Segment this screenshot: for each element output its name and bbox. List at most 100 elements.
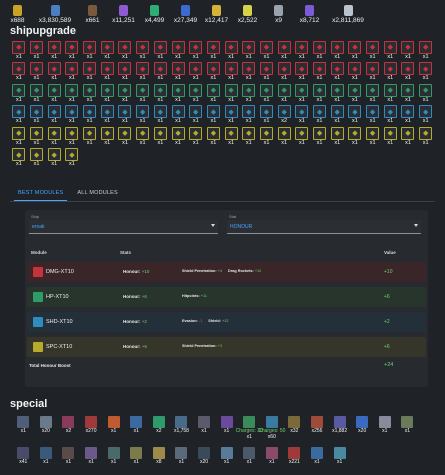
upgrade-item[interactable]: ◆ x1 bbox=[10, 124, 28, 146]
upgrade-item[interactable]: ◆ x1 bbox=[45, 81, 63, 103]
upgrade-item[interactable]: ◆ x1 bbox=[381, 60, 399, 81]
upgrade-item[interactable]: ◆ x1 bbox=[293, 103, 311, 124]
special-item[interactable]: x1 bbox=[306, 443, 329, 473]
upgrade-item[interactable]: ◆ x1 bbox=[328, 103, 346, 124]
upgrade-item[interactable]: ◆ x1 bbox=[240, 38, 258, 60]
special-item[interactable]: x1 bbox=[12, 412, 35, 442]
special-item[interactable]: x1 bbox=[170, 443, 193, 473]
special-item[interactable]: x1 bbox=[396, 412, 419, 442]
upgrade-item[interactable]: ◆ x1 bbox=[63, 81, 81, 103]
upgrade-item[interactable]: ◆ x1 bbox=[45, 103, 63, 124]
upgrade-item[interactable]: ◆ x1 bbox=[45, 38, 63, 60]
special-item[interactable]: x20 bbox=[35, 412, 58, 442]
upgrade-item[interactable]: ◆ x1 bbox=[134, 38, 152, 60]
upgrade-item[interactable]: ◆ x1 bbox=[293, 60, 311, 81]
upgrade-item[interactable]: ◆ x1 bbox=[152, 38, 170, 60]
special-item[interactable]: x1 bbox=[125, 443, 148, 473]
special-item[interactable]: x270 bbox=[80, 412, 103, 442]
upgrade-item[interactable]: ◆ x1 bbox=[187, 124, 205, 146]
upgrade-item[interactable]: ◆ x1 bbox=[258, 124, 276, 146]
upgrade-item[interactable]: ◆ x1 bbox=[134, 60, 152, 81]
upgrade-item[interactable]: ◆ x1 bbox=[311, 38, 329, 60]
special-item[interactable]: x1 bbox=[374, 412, 397, 442]
upgrade-item[interactable]: ◆ x1 bbox=[417, 124, 435, 146]
tab-all-modules[interactable]: ALL MODULES bbox=[73, 186, 122, 201]
tab-best-modules[interactable]: BEST MODULES bbox=[14, 186, 68, 201]
upgrade-item[interactable]: ◆ x1 bbox=[28, 103, 46, 124]
upgrade-item[interactable]: ◆ x1 bbox=[169, 124, 187, 146]
upgrade-item[interactable]: ◆ x1 bbox=[258, 38, 276, 60]
upgrade-item[interactable]: ◆ x1 bbox=[187, 38, 205, 60]
upgrade-item[interactable]: ◆ x1 bbox=[45, 60, 63, 81]
upgrade-item[interactable]: ◆ x1 bbox=[222, 81, 240, 103]
upgrade-item[interactable]: ◆ x1 bbox=[328, 38, 346, 60]
upgrade-item[interactable]: ◆ x1 bbox=[346, 81, 364, 103]
upgrade-item[interactable]: ◆ x1 bbox=[116, 124, 134, 146]
upgrade-item[interactable]: ◆ x1 bbox=[275, 81, 293, 103]
upgrade-item[interactable]: ◆ x1 bbox=[417, 81, 435, 103]
upgrade-item[interactable]: ◆ x1 bbox=[45, 124, 63, 146]
upgrade-item[interactable]: ◆ x1 bbox=[399, 124, 417, 146]
special-item[interactable]: x1 bbox=[102, 412, 125, 442]
upgrade-item[interactable]: ◆ x1 bbox=[346, 60, 364, 81]
upgrade-item[interactable]: ◆ x1 bbox=[364, 81, 382, 103]
special-item[interactable]: Charges: 50 x60 bbox=[258, 412, 285, 442]
upgrade-item[interactable]: ◆ x1 bbox=[381, 38, 399, 60]
upgrade-item[interactable]: ◆ x1 bbox=[205, 38, 223, 60]
upgrade-item[interactable]: ◆ x1 bbox=[328, 60, 346, 81]
upgrade-item[interactable]: ◆ x1 bbox=[98, 124, 116, 146]
upgrade-item[interactable]: ◆ x1 bbox=[205, 103, 223, 124]
upgrade-item[interactable]: ◆ x1 bbox=[134, 103, 152, 124]
upgrade-item[interactable]: ◆ x1 bbox=[311, 103, 329, 124]
upgrade-item[interactable]: ◆ x1 bbox=[187, 81, 205, 103]
upgrade-item[interactable]: ◆ x1 bbox=[381, 124, 399, 146]
upgrade-item[interactable]: ◆ x1 bbox=[81, 103, 99, 124]
special-item[interactable]: x1 bbox=[35, 443, 58, 473]
special-item[interactable]: x1 bbox=[125, 412, 148, 442]
upgrade-item[interactable]: ◆ x1 bbox=[98, 81, 116, 103]
upgrade-item[interactable]: ◆ x1 bbox=[116, 38, 134, 60]
special-item[interactable]: x1 bbox=[328, 443, 351, 473]
upgrade-item[interactable]: ◆ x1 bbox=[169, 103, 187, 124]
upgrade-item[interactable]: ◆ x1 bbox=[28, 146, 46, 167]
upgrade-item[interactable]: ◆ x1 bbox=[152, 81, 170, 103]
upgrade-item[interactable]: ◆ x1 bbox=[399, 103, 417, 124]
upgrade-item[interactable]: ◆ x1 bbox=[275, 38, 293, 60]
upgrade-item[interactable]: ◆ x1 bbox=[417, 38, 435, 60]
upgrade-item[interactable]: ◆ x1 bbox=[346, 124, 364, 146]
upgrade-item[interactable]: ◆ x1 bbox=[381, 103, 399, 124]
special-item[interactable]: x1 bbox=[80, 443, 103, 473]
upgrade-item[interactable]: ◆ x1 bbox=[116, 103, 134, 124]
upgrade-item[interactable]: ◆ x1 bbox=[63, 124, 81, 146]
upgrade-item[interactable]: ◆ x1 bbox=[275, 124, 293, 146]
upgrade-item[interactable]: ◆ x1 bbox=[10, 103, 28, 124]
upgrade-item[interactable]: ◆ x1 bbox=[81, 38, 99, 60]
upgrade-item[interactable]: ◆ x1 bbox=[222, 38, 240, 60]
special-item[interactable]: x1 bbox=[215, 412, 238, 442]
upgrade-item[interactable]: ◆ x1 bbox=[187, 103, 205, 124]
upgrade-item[interactable]: ◆ x1 bbox=[116, 60, 134, 81]
upgrade-item[interactable]: ◆ x1 bbox=[152, 103, 170, 124]
upgrade-item[interactable]: ◆ x1 bbox=[152, 60, 170, 81]
upgrade-item[interactable]: ◆ x1 bbox=[10, 38, 28, 60]
upgrade-item[interactable]: ◆ x1 bbox=[116, 81, 134, 103]
upgrade-item[interactable]: ◆ x1 bbox=[222, 103, 240, 124]
upgrade-item[interactable]: ◆ x1 bbox=[152, 124, 170, 146]
stat-select[interactable]: Stat HONOUR bbox=[227, 214, 421, 234]
upgrade-item[interactable]: ◆ x1 bbox=[275, 60, 293, 81]
module-row[interactable]: SHD-XT10 Honour: +2 Evasion: -1 Shield: +12… bbox=[27, 312, 426, 332]
upgrade-item[interactable]: ◆ x1 bbox=[134, 81, 152, 103]
special-item[interactable]: x2 bbox=[57, 412, 80, 442]
upgrade-item[interactable]: ◆ x1 bbox=[311, 124, 329, 146]
upgrade-item[interactable]: ◆ x1 bbox=[399, 38, 417, 60]
upgrade-item[interactable]: ◆ x1 bbox=[364, 103, 382, 124]
upgrade-item[interactable]: ◆ x1 bbox=[81, 60, 99, 81]
upgrade-item[interactable]: ◆ x1 bbox=[169, 60, 187, 81]
upgrade-item[interactable]: ◆ x1 bbox=[240, 103, 258, 124]
upgrade-item[interactable]: ◆ x1 bbox=[45, 146, 63, 167]
upgrade-item[interactable]: ◆ x1 bbox=[311, 60, 329, 81]
upgrade-item[interactable]: ◆ x1 bbox=[63, 38, 81, 60]
upgrade-item[interactable]: ◆ x1 bbox=[417, 103, 435, 124]
module-row[interactable]: HP-XT10 Honour: +6 Hitpoints: +11 +6 bbox=[27, 287, 426, 307]
special-item[interactable]: x256 bbox=[306, 412, 329, 442]
